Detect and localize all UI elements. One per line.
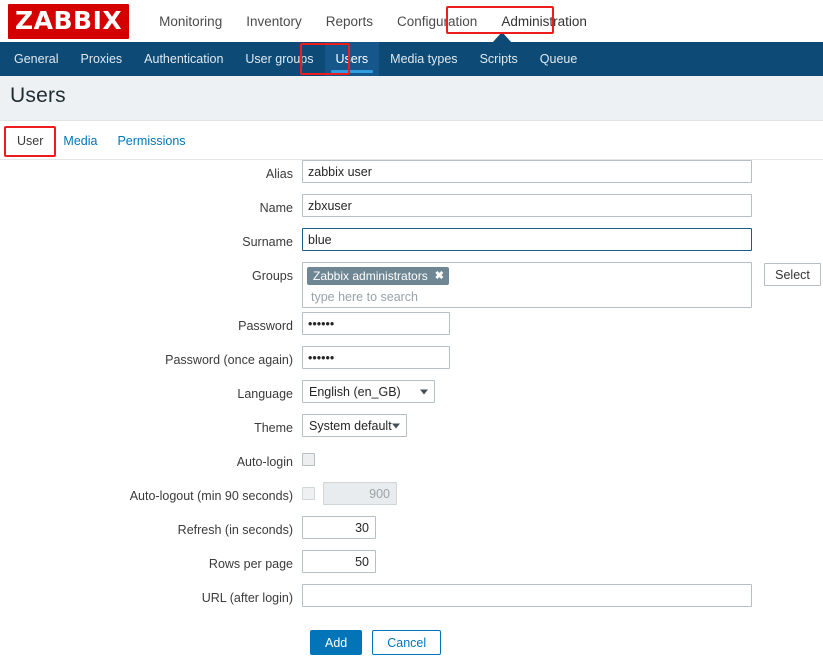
form-actions: Add Cancel <box>310 630 823 655</box>
main-nav-item-reports[interactable]: Reports <box>314 10 385 33</box>
password-again-input[interactable] <box>302 346 450 369</box>
url-field-wrap <box>302 584 752 607</box>
name-label: Name <box>259 201 293 215</box>
form-row-url: URL (after login) <box>0 584 823 618</box>
group-chip[interactable]: Zabbix administrators ✖ <box>307 267 449 285</box>
url-input[interactable] <box>302 584 752 607</box>
password-field-wrap <box>302 312 450 335</box>
auto-logout-label: Auto-logout (min 90 seconds) <box>129 489 293 503</box>
sub-nav-item-user-groups[interactable]: User groups <box>234 42 324 76</box>
form-row-auto-login: Auto-login <box>0 448 823 482</box>
refresh-label: Refresh (in seconds) <box>177 523 293 537</box>
theme-select[interactable]: System default <box>302 414 407 437</box>
password-again-field-wrap <box>302 346 450 369</box>
main-nav-item-administration[interactable]: Administration <box>489 10 599 33</box>
form-tabs: User Media Permissions <box>0 122 823 160</box>
surname-label: Surname <box>242 235 293 249</box>
chevron-down-icon <box>392 423 400 428</box>
password-input[interactable] <box>302 312 450 335</box>
sub-nav-item-authentication[interactable]: Authentication <box>133 42 234 76</box>
sub-nav-item-proxies[interactable]: Proxies <box>69 42 133 76</box>
alias-input[interactable] <box>302 160 752 183</box>
form-row-rows-per-page: Rows per page <box>0 550 823 584</box>
rows-per-page-input[interactable] <box>302 550 376 573</box>
sub-navigation: General Proxies Authentication User grou… <box>0 42 823 76</box>
form-row-alias: Alias <box>0 160 823 194</box>
chevron-down-icon <box>420 389 428 394</box>
tab-permissions[interactable]: Permissions <box>107 128 195 154</box>
zabbix-logo[interactable]: ZABBIX <box>8 3 130 39</box>
page-title: Users <box>10 84 66 107</box>
form-row-name: Name <box>0 194 823 228</box>
language-label: Language <box>237 387 293 401</box>
form-row-password-again: Password (once again) <box>0 346 823 380</box>
tab-media[interactable]: Media <box>53 128 107 154</box>
cancel-button[interactable]: Cancel <box>372 630 442 655</box>
page-title-bar: Users <box>0 76 823 121</box>
main-navigation: Monitoring Inventory Reports Configurati… <box>147 0 599 42</box>
language-field-wrap: English (en_GB) <box>302 380 435 403</box>
form-row-surname: Surname <box>0 228 823 262</box>
surname-field-wrap <box>302 228 752 251</box>
select-groups-button[interactable]: Select <box>764 263 821 286</box>
main-nav-item-monitoring[interactable]: Monitoring <box>147 10 234 33</box>
auto-login-checkbox[interactable] <box>302 453 315 466</box>
groups-label: Groups <box>252 269 293 283</box>
top-header: ZABBIX Monitoring Inventory Reports Conf… <box>0 0 823 42</box>
form-row-password: Password <box>0 312 823 346</box>
theme-label: Theme <box>254 421 293 435</box>
group-chip-label: Zabbix administrators <box>313 269 428 283</box>
form-row-auto-logout: Auto-logout (min 90 seconds) <box>0 482 823 516</box>
url-label: URL (after login) <box>201 591 293 605</box>
active-nav-pointer-icon <box>492 32 512 43</box>
auto-login-field-wrap <box>302 448 315 471</box>
form-row-groups: Groups Zabbix administrators ✖ Select <box>0 262 823 312</box>
form-row-refresh: Refresh (in seconds) <box>0 516 823 550</box>
name-field-wrap <box>302 194 752 217</box>
user-form: Alias Name Surname Groups Zabbix adminis… <box>0 160 823 655</box>
alias-field-wrap <box>302 160 752 183</box>
sub-nav-item-scripts[interactable]: Scripts <box>469 42 529 76</box>
auto-logout-field-wrap <box>302 482 397 505</box>
form-row-language: Language English (en_GB) <box>0 380 823 414</box>
add-button[interactable]: Add <box>310 630 363 655</box>
refresh-input[interactable] <box>302 516 376 539</box>
sub-nav-item-media-types[interactable]: Media types <box>379 42 468 76</box>
main-nav-item-inventory[interactable]: Inventory <box>234 10 314 33</box>
form-row-theme: Theme System default <box>0 414 823 448</box>
auto-login-label: Auto-login <box>236 455 293 469</box>
theme-select-value: System default <box>309 418 392 433</box>
auto-logout-checkbox[interactable] <box>302 487 315 500</box>
sub-nav-item-queue[interactable]: Queue <box>529 42 589 76</box>
groups-field-wrap: Zabbix administrators ✖ Select <box>302 262 821 308</box>
groups-multiselect[interactable]: Zabbix administrators ✖ <box>302 262 752 308</box>
theme-field-wrap: System default <box>302 414 407 437</box>
password-label: Password <box>238 319 293 333</box>
language-select-value: English (en_GB) <box>309 384 401 399</box>
surname-input[interactable] <box>302 228 752 251</box>
sub-nav-item-general[interactable]: General <box>3 42 69 76</box>
tab-user[interactable]: User <box>7 128 53 154</box>
zabbix-users-page: ZABBIX Monitoring Inventory Reports Conf… <box>0 0 823 666</box>
auto-logout-input <box>323 482 397 505</box>
sub-nav-item-users[interactable]: Users <box>324 42 380 76</box>
alias-label: Alias <box>265 167 293 181</box>
main-nav-item-configuration[interactable]: Configuration <box>385 10 489 33</box>
remove-group-icon[interactable]: ✖ <box>435 269 444 283</box>
name-input[interactable] <box>302 194 752 217</box>
refresh-field-wrap <box>302 516 376 539</box>
password-again-label: Password (once again) <box>165 353 293 367</box>
groups-search-input[interactable] <box>309 289 727 305</box>
rows-per-page-label: Rows per page <box>208 557 293 571</box>
language-select[interactable]: English (en_GB) <box>302 380 435 403</box>
rows-per-page-field-wrap <box>302 550 376 573</box>
